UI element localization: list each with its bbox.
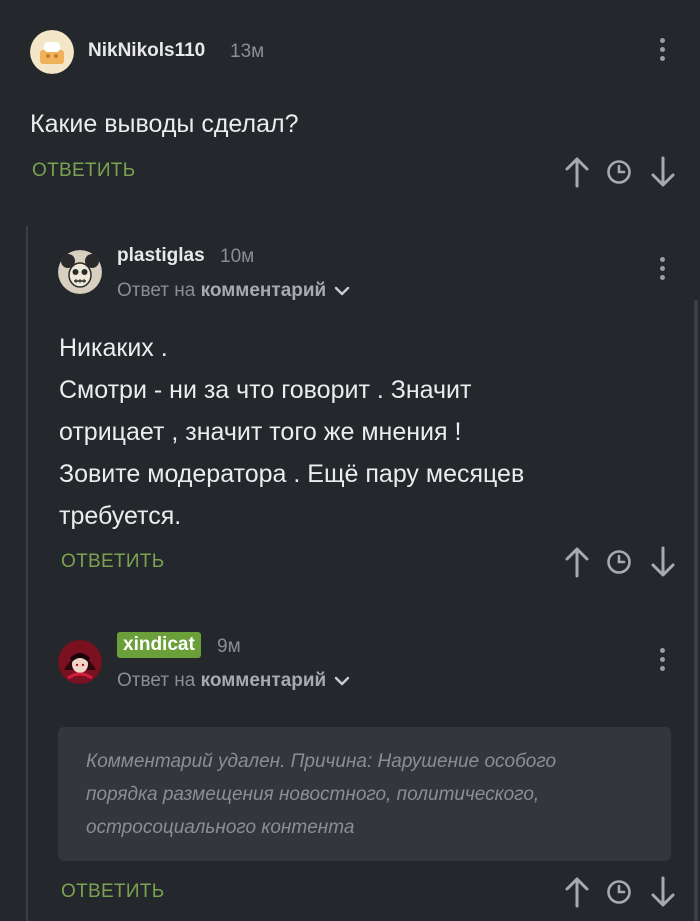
arrow-up-icon[interactable] [562,156,592,188]
reply-to-prefix: Ответ на [117,280,196,301]
text-line: Никаких . [59,334,168,362]
username-badge[interactable]: xindicat [117,632,201,658]
text-line: порядка размещения новостного, политичес… [86,784,540,805]
more-vertical-icon[interactable] [656,648,668,676]
comment-actions [562,156,678,188]
chevron-down-icon[interactable] [334,285,350,297]
reply-to-prefix: Ответ на [117,670,196,691]
reply-button[interactable]: ОТВЕТИТЬ [32,160,135,182]
thread-line [26,226,28,921]
username[interactable]: plastiglas [117,245,205,267]
reply-to-link[interactable]: Ответ на комментарий [117,670,350,692]
arrow-down-icon[interactable] [648,156,678,188]
avatar-xindicat[interactable] [58,640,102,684]
arrow-down-icon[interactable] [648,876,678,908]
comment-time: 10м [220,246,255,267]
reply-button[interactable]: ОТВЕТИТЬ [61,551,164,573]
arrow-up-icon[interactable] [562,546,592,578]
reply-to-target[interactable]: комментарий [201,280,327,301]
scrollbar[interactable] [694,300,698,921]
text-line: остросоциального контента [86,817,355,838]
more-vertical-icon[interactable] [656,257,668,285]
reply-to-link[interactable]: Ответ на комментарий [117,280,350,302]
text-line: отрицает , значит того же мнения ! [59,418,462,446]
avatar-plastiglas[interactable] [58,250,102,294]
chevron-down-icon[interactable] [334,675,350,687]
text-line: Зовите модератора . Ещё пару месяцев [59,460,525,488]
reply-button[interactable]: ОТВЕТИТЬ [61,881,164,903]
clock-icon[interactable] [606,549,632,575]
text-line: Комментарий удален. Причина: Нарушение о… [86,751,557,772]
text-line: Смотри - ни за что говорит . Значит [59,376,472,404]
deleted-comment-text: Комментарий удален. Причина: Нарушение о… [58,727,671,844]
arrow-up-icon[interactable] [562,876,592,908]
username[interactable]: NikNikols110 [88,40,205,62]
comment-text: Никаких . Смотри - ни за что говорит . З… [59,327,659,537]
comment-text: Какие выводы сделал? [30,110,299,138]
comment-time: 9м [217,636,241,657]
comment-time: 13м [230,41,265,62]
reply-to-target[interactable]: комментарий [201,670,327,691]
clock-icon[interactable] [606,879,632,905]
avatar-niknikols110[interactable] [30,30,74,74]
text-line: требуется. [59,502,182,530]
deleted-comment-notice: Комментарий удален. Причина: Нарушение о… [58,727,671,861]
comment-actions [562,876,678,908]
comment-actions [562,546,678,578]
arrow-down-icon[interactable] [648,546,678,578]
clock-icon[interactable] [606,159,632,185]
more-vertical-icon[interactable] [656,38,668,66]
